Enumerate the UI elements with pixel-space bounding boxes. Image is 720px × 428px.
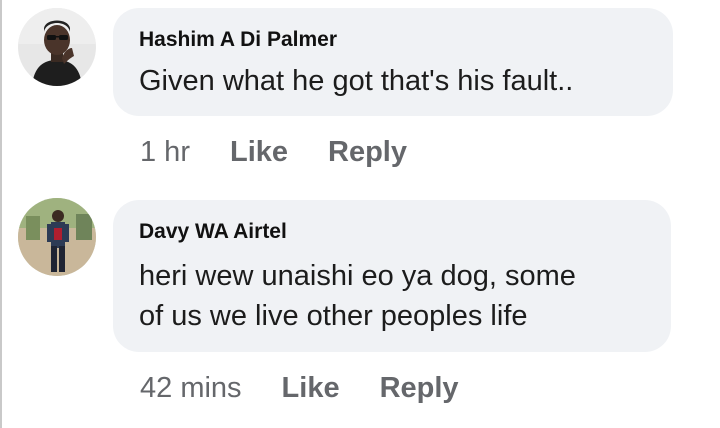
comment-author[interactable]: Davy WA Airtel — [139, 220, 287, 244]
avatar[interactable] — [18, 198, 96, 276]
reply-button[interactable]: Reply — [328, 136, 407, 169]
comment-text-line: of us we live other peoples life — [139, 300, 528, 332]
avatar-photo — [18, 198, 96, 276]
comment-text: Given what he got that's his fault.. — [139, 61, 659, 101]
comment-actions: 1 hr Like Reply — [140, 132, 447, 172]
comment-actions: 42 mins Like Reply — [140, 368, 499, 408]
comment-text-line: Given what he got that's his fault.. — [139, 65, 574, 97]
comment: Davy WA Airtel heri wew unaishi eo ya do… — [0, 190, 720, 428]
comment-author[interactable]: Hashim A Di Palmer — [139, 28, 337, 52]
comment-timestamp[interactable]: 1 hr — [140, 136, 190, 169]
avatar[interactable] — [18, 8, 96, 86]
avatar-photo — [18, 8, 96, 86]
like-button[interactable]: Like — [282, 372, 340, 405]
comment: Hashim A Di Palmer Given what he got tha… — [0, 0, 720, 180]
comment-timestamp[interactable]: 42 mins — [140, 372, 242, 405]
comment-text: heri wew unaishi eo ya dog, some of us w… — [139, 256, 659, 336]
comment-text-line: heri wew unaishi eo ya dog, some — [139, 260, 576, 292]
like-button[interactable]: Like — [230, 136, 288, 169]
comment-bubble: Hashim A Di Palmer Given what he got tha… — [113, 8, 673, 116]
reply-button[interactable]: Reply — [380, 372, 459, 405]
comment-bubble: Davy WA Airtel heri wew unaishi eo ya do… — [113, 200, 671, 352]
